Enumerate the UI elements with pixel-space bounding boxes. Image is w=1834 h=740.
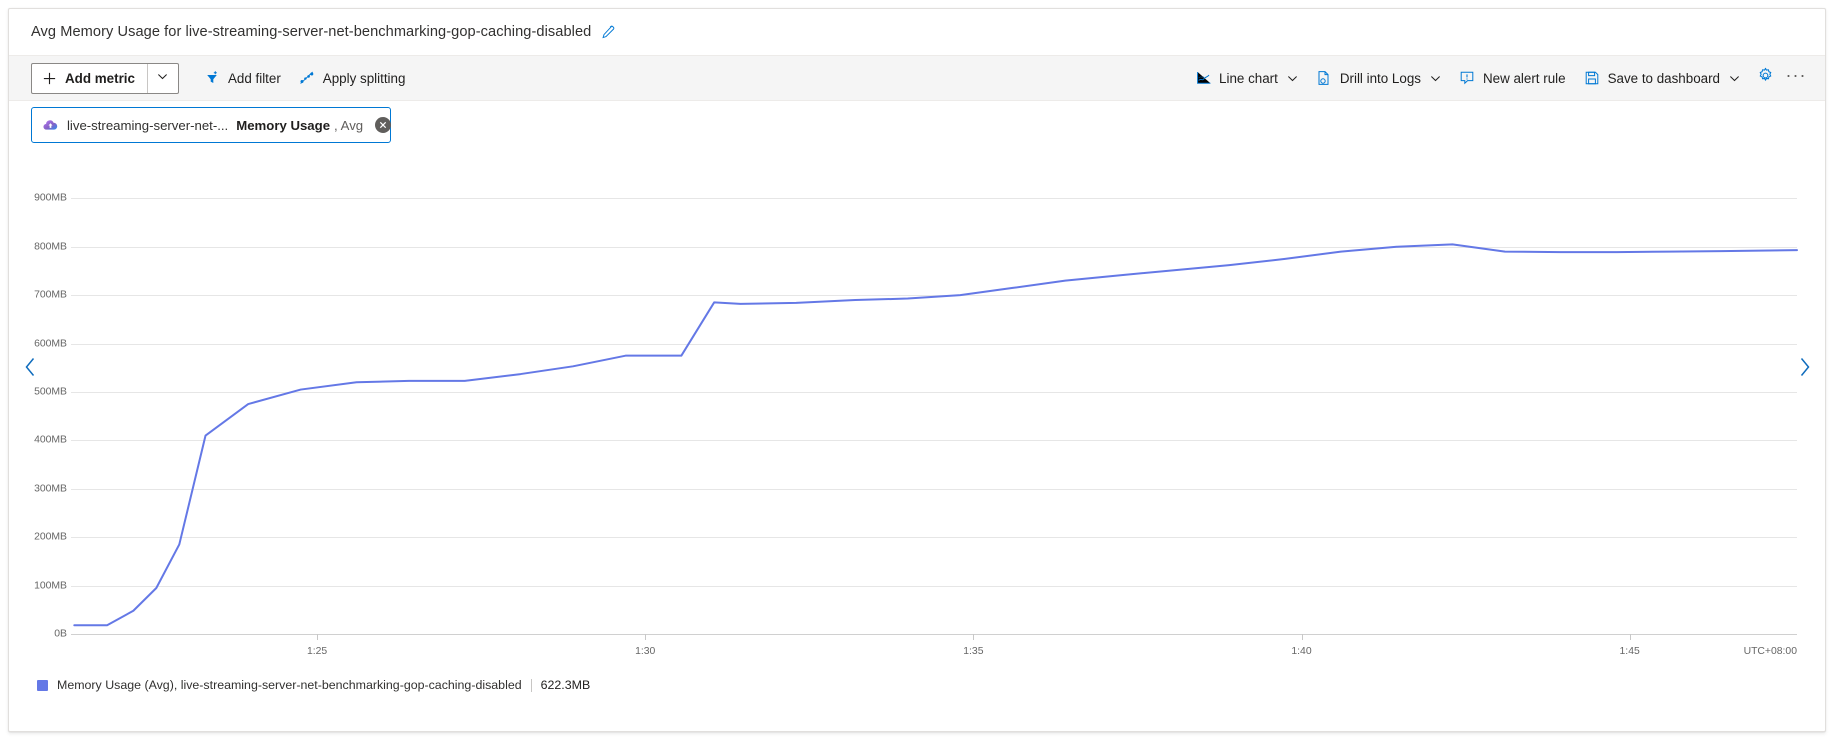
y-axis-tick-label: 200MB — [34, 531, 67, 543]
chart-legend: Memory Usage (Avg), live-streaming-serve… — [9, 669, 1825, 701]
metrics-chart-page: Avg Memory Usage for live-streaming-serv… — [0, 0, 1834, 740]
page-title: Avg Memory Usage for live-streaming-serv… — [31, 24, 592, 40]
metric-chip-resource: live-streaming-server-net-... — [67, 117, 229, 133]
save-to-dashboard-button[interactable]: Save to dashboard — [1575, 61, 1749, 95]
metric-chip-aggregation: , Avg — [334, 117, 364, 133]
pencil-icon[interactable] — [600, 25, 615, 40]
more-options-button[interactable]: ··· — [1781, 62, 1811, 94]
gear-icon — [1757, 67, 1774, 89]
add-metric-dropdown-button[interactable] — [148, 64, 178, 93]
x-axis-tick-label: 1:45 — [1619, 646, 1640, 657]
x-axis-tick-label: 1:35 — [963, 646, 984, 657]
y-axis-tick-label: 900MB — [34, 192, 67, 204]
save-disk-icon — [1584, 70, 1601, 87]
alert-bell-icon — [1459, 70, 1476, 87]
add-metric-split-button: Add metric — [31, 62, 179, 94]
legend-series-label: Memory Usage (Avg), live-streaming-serve… — [57, 678, 522, 692]
x-axis-tick-label: 1:40 — [1291, 646, 1312, 657]
close-circle-icon[interactable] — [375, 117, 392, 133]
line-chart-icon — [1195, 70, 1212, 87]
add-filter-button[interactable]: Add filter — [195, 61, 290, 95]
chart-area: 0B 100MB 200MB 300MB 400MB 500MB 600MB 700MB 800… — [9, 159, 1825, 679]
legend-color-swatch — [37, 679, 48, 691]
filter-icon — [204, 70, 221, 87]
metric-chip-metric: Memory Usage — [236, 117, 331, 133]
legend-separator — [530, 678, 532, 692]
chevron-down-icon — [157, 69, 168, 87]
series-canvas — [73, 243, 1798, 627]
add-metric-label: Add metric — [65, 70, 135, 86]
y-axis-tick-label: 400MB — [34, 434, 67, 446]
apply-splitting-button[interactable]: Apply splitting — [290, 61, 415, 95]
chart-card: Avg Memory Usage for live-streaming-serv… — [8, 8, 1826, 732]
splitting-icon — [299, 70, 316, 87]
streaming-endpoint-icon — [42, 117, 59, 134]
legend-series-value: 622.3MB — [540, 678, 591, 692]
title-row: Avg Memory Usage for live-streaming-serv… — [9, 9, 1825, 55]
apply-splitting-label: Apply splitting — [322, 70, 406, 86]
chevron-down-icon — [1430, 73, 1441, 84]
command-bar-left: Add metric Add filter Apply splitting — [31, 61, 414, 95]
x-axis-tick-label: 1:30 — [635, 646, 656, 657]
add-metric-button[interactable]: Add metric — [32, 64, 147, 93]
metric-chip[interactable]: live-streaming-server-net-... Memory Usa… — [31, 107, 392, 143]
plus-icon — [41, 70, 58, 87]
metric-chip-row: live-streaming-server-net-... Memory Usa… — [9, 101, 1825, 149]
save-to-dashboard-label: Save to dashboard — [1607, 70, 1720, 86]
y-axis-tick-label: 0B — [54, 628, 67, 640]
chevron-left-icon[interactable] — [19, 351, 41, 383]
drill-into-logs-button[interactable]: Drill into Logs — [1307, 61, 1450, 95]
chart-type-button[interactable]: Line chart — [1186, 61, 1307, 95]
chart-type-label: Line chart — [1219, 70, 1278, 86]
add-filter-label: Add filter — [227, 70, 281, 86]
plot-canvas[interactable]: 0B 100MB 200MB 300MB 400MB 500MB 600MB 700MB 800… — [34, 179, 1798, 657]
timezone-label: UTC+08:00 — [1743, 646, 1797, 657]
new-alert-rule-button[interactable]: New alert rule — [1450, 61, 1575, 95]
y-axis-tick-label: 300MB — [34, 483, 67, 495]
series-line — [73, 243, 1798, 627]
y-axis-tick-label: 800MB — [34, 241, 67, 253]
y-axis-tick-label: 500MB — [34, 386, 67, 398]
drill-into-logs-label: Drill into Logs — [1339, 70, 1421, 86]
settings-button[interactable] — [1749, 62, 1781, 94]
chevron-down-icon — [1729, 73, 1740, 84]
y-axis-tick-label: 700MB — [34, 289, 67, 301]
y-axis-tick-label: 600MB — [34, 338, 67, 350]
new-alert-rule-label: New alert rule — [1482, 70, 1566, 86]
command-bar-right: Line chart Drill into Logs New alert rul… — [1186, 61, 1811, 95]
chevron-down-icon — [1287, 73, 1298, 84]
command-bar: Add metric Add filter Apply splitting Li… — [9, 55, 1825, 101]
y-axis-tick-label: 100MB — [34, 580, 67, 592]
x-axis-tick-label: 1:25 — [306, 646, 328, 657]
logs-icon — [1316, 70, 1333, 87]
